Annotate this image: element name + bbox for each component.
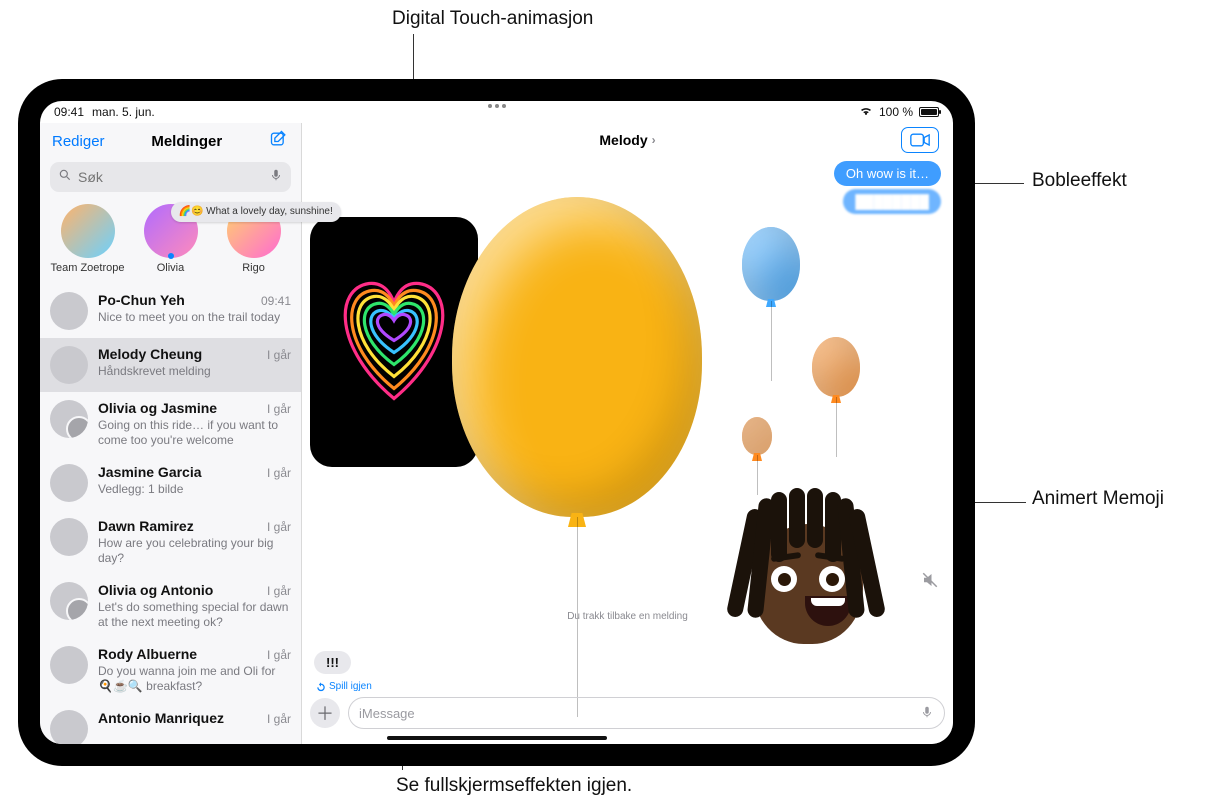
chat-header[interactable]: Melody › (302, 123, 953, 157)
conversation-time: I går (267, 648, 291, 662)
replay-icon (316, 682, 326, 692)
conversation-time: I går (267, 712, 291, 726)
animated-memoji[interactable] (733, 494, 883, 654)
wifi-icon (859, 105, 873, 119)
compose-placeholder: iMessage (359, 706, 415, 721)
status-bar: 09:41 man. 5. jun. 100 % (40, 101, 953, 123)
pinned-preview-bubble: 🌈😊 What a lovely day, sunshine! (171, 202, 341, 222)
conversation-row[interactable]: Melody Cheung I går Håndskrevet melding (40, 338, 301, 392)
avatar (50, 710, 88, 744)
pinned-name: Rigo (242, 262, 265, 274)
home-indicator[interactable] (387, 736, 607, 740)
heart-drawing (324, 249, 464, 419)
sent-message-bubble[interactable]: Oh wow is it… (834, 161, 941, 186)
conversation-preview: Let's do something special for dawn at t… (98, 600, 291, 630)
conversation-preview: Do you wanna join me and Oli for 🍳☕🔍 bre… (98, 664, 291, 694)
battery-icon (919, 107, 939, 117)
conversation-time: I går (267, 466, 291, 480)
messages-sidebar: Rediger Meldinger (40, 123, 302, 744)
chat-canvas[interactable]: Oh wow is it… ████████ (302, 157, 953, 744)
conversation-name: Dawn Ramirez (98, 518, 194, 534)
edit-button[interactable]: Rediger (52, 133, 105, 150)
ipad-screen: 09:41 man. 5. jun. 100 % Rediger Melding… (40, 101, 953, 744)
avatar (50, 464, 88, 502)
conversation-row[interactable]: Olivia og Jasmine I går Going on this ride… (40, 392, 301, 456)
callout-animated-memoji: Animert Memoji (1032, 488, 1164, 510)
pinned-contact[interactable]: Team Zoetrope (48, 204, 128, 274)
mute-icon[interactable] (921, 571, 939, 594)
battery-percent: 100 % (879, 105, 913, 119)
retract-notice: Du trakk tilbake en melding (567, 611, 688, 622)
conversation-time: I går (267, 348, 291, 362)
search-field[interactable] (50, 162, 291, 192)
callout-digital-touch: Digital Touch-animasjon (392, 8, 593, 30)
conversation-row[interactable]: Po-Chun Yeh 09:41 Nice to meet you on the … (40, 284, 301, 338)
search-input[interactable] (78, 169, 269, 185)
ipad-device-frame: 09:41 man. 5. jun. 100 % Rediger Melding… (18, 79, 975, 766)
compose-icon[interactable] (269, 129, 289, 154)
unread-dot (168, 253, 174, 259)
balloon-orange-small (742, 417, 772, 455)
conversation-time: 09:41 (261, 294, 291, 308)
balloon-yellow-big (452, 197, 702, 517)
avatar (50, 518, 88, 556)
balloon-blue (742, 227, 800, 301)
avatar (50, 346, 88, 384)
avatar (50, 646, 88, 684)
conversation-row[interactable]: Jasmine Garcia I går Vedlegg: 1 bilde (40, 456, 301, 510)
avatar (61, 204, 115, 258)
conversation-time: I går (267, 402, 291, 416)
avatar (50, 400, 88, 438)
conversation-time: I går (267, 520, 291, 534)
pinned-contact[interactable]: 🌈😊 What a lovely day, sunshine! Olivia (131, 204, 211, 274)
search-icon (58, 168, 72, 187)
conversation-list[interactable]: Po-Chun Yeh 09:41 Nice to meet you on the … (40, 284, 301, 744)
conversation-preview: Håndskrevet melding (98, 364, 291, 379)
pinned-name: Team Zoetrope (51, 262, 125, 274)
conversation-row[interactable]: Rody Albuerne I går Do you wanna join me a… (40, 638, 301, 702)
conversation-name: Rody Albuerne (98, 646, 197, 662)
sidebar-title: Meldinger (151, 133, 222, 150)
replay-label: Spill igjen (329, 681, 372, 692)
received-message-bubble[interactable]: !!! (314, 651, 351, 674)
callout-replay-fullscreen: Se fullskjermseffekten igjen. (396, 775, 632, 797)
avatar (50, 582, 88, 620)
conversation-name: Antonio Manriquez (98, 710, 224, 726)
dictate-icon[interactable] (920, 705, 934, 722)
conversation-preview: Going on this ride… if you want to come … (98, 418, 291, 448)
chevron-right-icon: › (652, 133, 656, 147)
conversation-preview: Vedlegg: 1 bilde (98, 482, 291, 497)
conversation-name: Melody Cheung (98, 346, 202, 362)
app-body: Rediger Meldinger (40, 123, 953, 744)
pinned-row: Team Zoetrope 🌈😊 What a lovely day, suns… (40, 198, 301, 284)
conversation-row[interactable]: Dawn Ramirez I går How are you celebrating… (40, 510, 301, 574)
conversation-preview: How are you celebrating your big day? (98, 536, 291, 566)
multitask-dots[interactable] (488, 104, 506, 108)
compose-bar: ＋ iMessage (310, 696, 945, 730)
status-date: man. 5. jun. (92, 105, 155, 119)
sent-message-bubble-effect[interactable]: ████████ (843, 189, 941, 214)
conversation-row[interactable]: Antonio Manriquez I går (40, 702, 301, 744)
chat-title: Melody (599, 132, 647, 148)
avatar (50, 292, 88, 330)
callout-bubble-effect: Bobleeffekt (1032, 170, 1127, 192)
conversation-name: Jasmine Garcia (98, 464, 202, 480)
conversation-name: Olivia og Jasmine (98, 400, 217, 416)
conversation-row[interactable]: Olivia og Antonio I går Let's do something… (40, 574, 301, 638)
conversation-name: Olivia og Antonio (98, 582, 213, 598)
conversation-time: I går (267, 584, 291, 598)
add-attachment-button[interactable]: ＋ (310, 698, 340, 728)
conversation-name: Po-Chun Yeh (98, 292, 185, 308)
sidebar-header: Rediger Meldinger (40, 123, 301, 158)
status-time: 09:41 (54, 105, 84, 119)
replay-effect-button[interactable]: Spill igjen (316, 681, 372, 692)
pinned-name: Olivia (157, 262, 185, 274)
mic-icon[interactable] (269, 168, 283, 187)
facetime-button[interactable] (901, 127, 939, 153)
conversation-pane: Melody › Oh wow is it… ████████ (302, 123, 953, 744)
message-input[interactable]: iMessage (348, 697, 945, 729)
conversation-preview: Nice to meet you on the trail today (98, 310, 291, 325)
balloon-orange (812, 337, 860, 397)
